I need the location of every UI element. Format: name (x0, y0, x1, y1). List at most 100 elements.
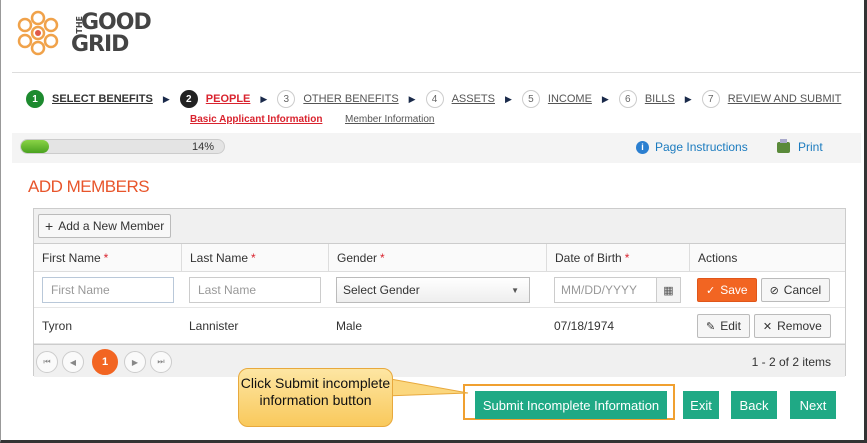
first-page-icon[interactable]: ⏮ (36, 351, 58, 373)
step-assets[interactable]: 4 ASSETS (425, 90, 495, 108)
arrow-right-icon: ▶ (408, 93, 416, 104)
gender-select-value: Select Gender (343, 283, 420, 297)
page-instructions-label: Page Instructions (655, 140, 748, 154)
top-bar: THE GOOD GRID (1, 0, 864, 70)
step-label[interactable]: SELECT BENEFITS (52, 93, 153, 105)
substep-member-information[interactable]: Member Information (345, 114, 434, 125)
save-button[interactable]: ✓ Save (697, 278, 757, 302)
required-marker: * (380, 251, 385, 265)
step-label[interactable]: PEOPLE (206, 93, 251, 105)
close-icon: ✕ (762, 320, 773, 333)
cell-actions: ✓ Save ⊘ Cancel (689, 272, 847, 308)
progress-percent: 14% (192, 141, 215, 153)
main-content: 1 SELECT BENEFITS ▶ 2 PEOPLE ▶ 3 OTHER B… (12, 72, 861, 437)
column-header-date-of-birth: Date of Birth * (546, 244, 689, 272)
plus-icon: + (45, 218, 54, 234)
step-wizard: 1 SELECT BENEFITS ▶ 2 PEOPLE ▶ 3 OTHER B… (26, 88, 841, 110)
column-label: Date of Birth (555, 251, 622, 265)
logo: THE GOOD GRID (13, 8, 152, 58)
step-label[interactable]: BILLS (645, 93, 675, 105)
pencil-icon: ✎ (706, 320, 716, 333)
checkmark-icon: ✓ (706, 284, 716, 297)
arrow-right-icon: ▶ (260, 93, 268, 104)
cell-date-of-birth: 07/18/1974 (554, 319, 615, 333)
first-name-input[interactable]: First Name (42, 277, 174, 303)
step-income[interactable]: 5 INCOME (521, 90, 592, 108)
printer-icon (777, 138, 790, 153)
column-header-last-name: Last Name * (181, 244, 328, 272)
next-page-icon[interactable]: ▶ (124, 351, 146, 373)
calendar-icon[interactable]: ▦ (656, 278, 680, 302)
cancel-icon: ⊘ (769, 284, 779, 297)
submit-incomplete-button[interactable]: Submit Incomplete Information (475, 391, 667, 419)
tutorial-callout: Click Submit incomplete information butt… (238, 368, 393, 427)
table-row: Tyron Lannister Male 07/18/1974 ✎ Edit ✕… (34, 308, 845, 344)
arrow-right-icon: ▶ (504, 93, 512, 104)
step-people[interactable]: 2 PEOPLE (179, 90, 251, 108)
cell-first-name: First Name (34, 272, 181, 308)
back-button[interactable]: Back (731, 391, 777, 419)
step-number-7: 7 (701, 90, 720, 108)
column-label: Gender (337, 251, 378, 265)
next-button[interactable]: Next (790, 391, 836, 419)
add-member-label: Add a New Member (58, 219, 165, 233)
step-label[interactable]: OTHER BENEFITS (303, 93, 398, 105)
step-label[interactable]: INCOME (548, 93, 592, 105)
required-marker: * (103, 251, 109, 265)
step-number-6: 6 (618, 90, 637, 108)
exit-button[interactable]: Exit (683, 391, 719, 419)
step-bills[interactable]: 6 BILLS (618, 90, 675, 108)
gender-select[interactable]: Select Gender ▼ (336, 277, 530, 303)
edit-label: Edit (720, 319, 741, 333)
arrow-right-icon: ▶ (601, 93, 609, 104)
step-select-benefits[interactable]: 1 SELECT BENEFITS (26, 90, 153, 108)
print-label: Print (798, 140, 823, 154)
step-label[interactable]: REVIEW AND SUBMIT (728, 93, 842, 105)
step-other-benefits[interactable]: 3 OTHER BENEFITS (277, 90, 399, 108)
cell-last-name: Lannister (189, 319, 239, 333)
logo-good: GOOD (81, 10, 152, 35)
cell-first-name: Tyron (42, 319, 73, 333)
remove-button[interactable]: ✕ Remove (753, 314, 831, 338)
step-label[interactable]: ASSETS (452, 93, 495, 105)
cell-date-of-birth: MM/DD/YYYY ▦ (546, 272, 689, 308)
step-number-2: 2 (179, 90, 198, 108)
progress-fill (21, 140, 50, 153)
edit-row: First Name Last Name Select Gender ▼ MM/… (34, 272, 845, 308)
column-label: Last Name (190, 251, 249, 265)
members-grid: + Add a New Member First Name * Last Name… (33, 208, 846, 377)
cancel-button[interactable]: ⊘ Cancel (760, 278, 831, 302)
edit-button[interactable]: ✎ Edit (697, 314, 750, 338)
cell-actions: ✎ Edit ✕ Remove (689, 308, 847, 344)
add-member-button[interactable]: + Add a New Member (38, 214, 172, 238)
progress-row: 14% i Page Instructions Print (12, 133, 861, 163)
date-of-birth-input[interactable]: MM/DD/YYYY ▦ (554, 277, 681, 303)
column-header-actions: Actions (689, 244, 847, 272)
print-link[interactable]: Print (777, 138, 823, 154)
grid-header: First Name * Last Name * Gender * Date of B… (34, 244, 845, 272)
arrow-right-icon: ▶ (684, 93, 692, 104)
required-marker: * (624, 251, 630, 265)
grid-pager: ⏮ ◀ 1 ▶ ⏭ 1 - 2 of 2 items (34, 344, 845, 377)
last-page-icon[interactable]: ⏭ (150, 351, 172, 373)
prev-page-icon[interactable]: ◀ (62, 351, 84, 373)
required-marker: * (251, 251, 256, 265)
arrow-right-icon: ▶ (162, 93, 170, 104)
info-icon: i (636, 140, 649, 154)
cell-gender: Male (336, 319, 363, 333)
logo-flower-icon (17, 10, 59, 56)
remove-label: Remove (777, 319, 822, 333)
column-label: Actions (698, 251, 738, 265)
date-of-birth-placeholder: MM/DD/YYYY (561, 283, 638, 297)
last-name-input[interactable]: Last Name (189, 277, 321, 303)
page-instructions-link[interactable]: i Page Instructions (636, 140, 748, 154)
step-review-and-submit[interactable]: 7 REVIEW AND SUBMIT (701, 90, 842, 108)
logo-grid: GRID (71, 32, 129, 57)
substep-basic-applicant-information[interactable]: Basic Applicant Information (190, 114, 322, 125)
save-label: Save (720, 283, 748, 297)
step-number-3: 3 (277, 90, 296, 108)
column-header-first-name: First Name * (34, 244, 181, 272)
step-number-4: 4 (425, 90, 444, 108)
page-number-current[interactable]: 1 (92, 349, 118, 375)
pager-info: 1 - 2 of 2 items (751, 355, 831, 369)
